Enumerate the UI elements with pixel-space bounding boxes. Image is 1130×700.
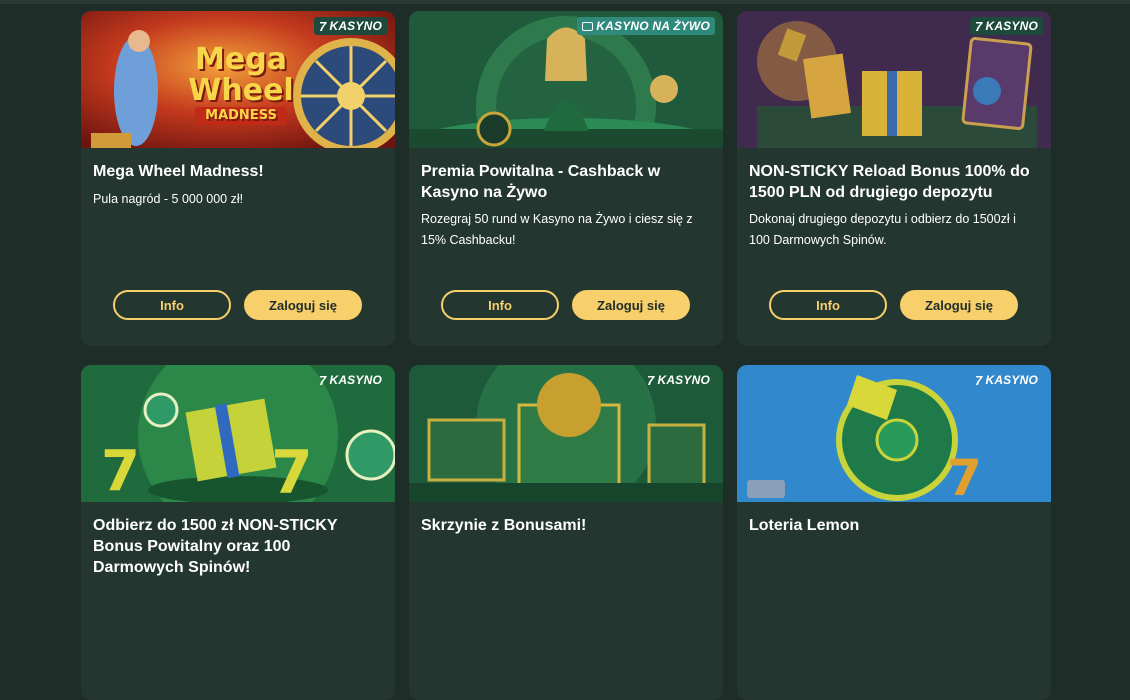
seven-icon: 7 [975, 18, 983, 34]
card-title: NON-STICKY Reload Bonus 100% do 1500 PLN… [749, 163, 1030, 201]
promo-image-gift-box: 7 7 7 KASYNO [81, 365, 395, 502]
promo-card-lemon-lottery: 7 7 KASYNO Loteria Lemon [737, 365, 1051, 700]
seven-icon: 7 [319, 372, 327, 388]
promo-card-bonus-chests: 7 KASYNO Skrzynie z Bonusami! [409, 365, 723, 700]
card-title: Skrzynie z Bonusami! [421, 517, 587, 534]
login-button[interactable]: Zaloguj się [244, 290, 362, 320]
svg-text:7: 7 [947, 449, 982, 502]
seven-icon: 7 [647, 372, 655, 388]
promo-card-welcome-bonus: 7 7 7 KASYNO Odbierz do 1500 zł NON-STIC… [81, 365, 395, 700]
card-title: Mega Wheel Madness! [93, 163, 264, 180]
promo-image-reload-bonus: 7 KASYNO [737, 11, 1051, 148]
card-description: Dokonaj drugiego depozytu i odbierz do 1… [749, 212, 1016, 247]
badge-label: KASYNO [329, 373, 382, 387]
live-casino-icon [582, 21, 594, 31]
casino-badge: 7 KASYNO [970, 371, 1043, 389]
promo-image-mega-wheel: Mega Wheel MADNESS 7 KASYNO [81, 11, 395, 148]
badge-label: KASYNO [985, 19, 1038, 33]
card-description: Pula nagród - 5 000 000 zł! [93, 192, 244, 206]
live-casino-badge: KASYNO NA ŻYWO [577, 17, 715, 35]
badge-label: KASYNO [329, 19, 382, 33]
promo-image-treasure-chests: 7 KASYNO [409, 365, 723, 502]
casino-badge: 7 KASYNO [970, 17, 1043, 35]
svg-text:7: 7 [271, 438, 313, 502]
seven-icon: 7 [319, 18, 327, 34]
promo-image-lottery-wheel: 7 7 KASYNO [737, 365, 1051, 502]
login-button[interactable]: Zaloguj się [900, 290, 1018, 320]
badge-label: KASYNO [657, 373, 710, 387]
card-title: Premia Powitalna - Cashback w Kasyno na … [421, 163, 661, 201]
top-divider [0, 0, 1130, 4]
casino-badge: 7 KASYNO [314, 371, 387, 389]
info-button[interactable]: Info [113, 290, 231, 320]
card-description: Rozegraj 50 rund w Kasyno na Żywo i cies… [421, 212, 693, 247]
card-title: Odbierz do 1500 zł NON-STICKY Bonus Powi… [93, 517, 338, 576]
info-button[interactable]: Info [769, 290, 887, 320]
seven-icon: 7 [975, 372, 983, 388]
badge-label: KASYNO NA ŻYWO [596, 19, 710, 33]
svg-text:7: 7 [101, 439, 140, 502]
casino-badge: 7 KASYNO [314, 17, 387, 35]
promo-card-live-cashback: KASYNO NA ŻYWO Premia Powitalna - Cashba… [409, 11, 723, 346]
casino-badge: 7 KASYNO [642, 371, 715, 389]
card-title: Loteria Lemon [749, 517, 860, 534]
promo-card-mega-wheel: Mega Wheel MADNESS 7 KASYNO Mega Wheel M… [81, 11, 395, 346]
mega-wheel-logo: Mega Wheel MADNESS [188, 42, 294, 125]
promo-card-reload-bonus: 7 KASYNO NON-STICKY Reload Bonus 100% do… [737, 11, 1051, 346]
promo-image-live-casino: KASYNO NA ŻYWO [409, 11, 723, 148]
badge-label: KASYNO [985, 373, 1038, 387]
login-button[interactable]: Zaloguj się [572, 290, 690, 320]
info-button[interactable]: Info [441, 290, 559, 320]
